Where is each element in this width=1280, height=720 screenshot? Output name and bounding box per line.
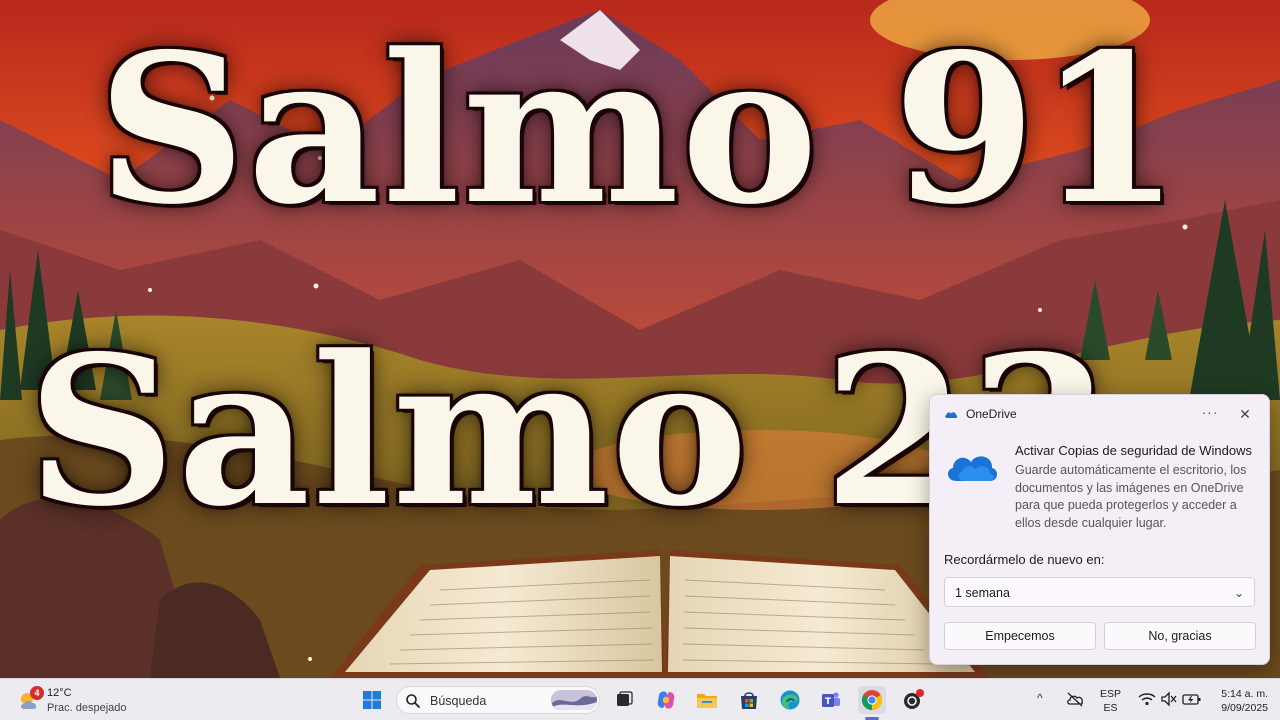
no-gracias-button[interactable]: No, gracias [1104, 622, 1256, 650]
wallpaper-title-salmo-91: Salmo 91 [97, 10, 1183, 250]
folder-icon [697, 694, 717, 708]
weather-widget[interactable]: 4 12°C Prac. despejado [14, 684, 164, 716]
copilot-button[interactable] [652, 686, 680, 714]
language-code: ESP [1100, 688, 1122, 700]
edge-icon [780, 690, 800, 710]
taskbar-search-box[interactable]: Búsqueda [396, 686, 600, 714]
battery-button[interactable] [1182, 689, 1202, 709]
network-button[interactable] [1137, 689, 1157, 709]
teams-icon: T [822, 692, 840, 707]
start-button[interactable] [358, 686, 386, 714]
remind-interval-value: 1 semana [955, 586, 1010, 600]
volume-button[interactable] [1159, 689, 1179, 709]
show-hidden-icons-button[interactable]: ^ [1037, 691, 1043, 705]
task-view-icon [617, 691, 633, 706]
clock-time: 5:14 a. m. [1221, 688, 1268, 700]
remind-interval-select[interactable]: 1 semana ⌄ [944, 577, 1255, 607]
cloud-off-icon [1067, 692, 1084, 707]
microsoft-store-button[interactable] [735, 686, 763, 714]
taskbar-clock[interactable]: 5:14 a. m. 9/09/2025 [1208, 687, 1268, 715]
app-icon [904, 689, 924, 709]
chevron-down-icon: ⌄ [1233, 586, 1244, 600]
wifi-icon [1138, 693, 1156, 706]
more-options-button[interactable]: ··· [1198, 403, 1222, 425]
notification-header: OneDrive [944, 407, 1017, 421]
keyboard-layout-code: ES [1103, 702, 1118, 714]
volume-muted-icon [1161, 691, 1177, 707]
notification-app-button[interactable] [899, 686, 927, 714]
edge-button[interactable] [776, 686, 804, 714]
notification-title: Activar Copias de seguridad de Windows [1015, 443, 1253, 458]
onedrive-tray-button[interactable] [1065, 689, 1085, 709]
onedrive-notification[interactable]: OneDrive ··· ✕ Activar Copias de segurid… [929, 394, 1270, 665]
search-placeholder: Búsqueda [430, 694, 487, 708]
remind-label: Recordármelo de nuevo en: [944, 552, 1105, 567]
chrome-icon [861, 690, 883, 711]
copilot-icon [657, 691, 675, 709]
teams-button[interactable]: T [817, 686, 845, 714]
battery-charging-icon [1182, 694, 1201, 705]
empecemos-button[interactable]: Empecemos [944, 622, 1096, 650]
chrome-button[interactable] [858, 686, 886, 714]
svg-text:T: T [825, 697, 832, 707]
close-button[interactable]: ✕ [1232, 403, 1258, 425]
weather-description: Prac. despejado [47, 702, 127, 714]
clock-date: 9/09/2025 [1221, 702, 1268, 714]
weather-temperature: 12°C [47, 687, 72, 699]
search-icon [406, 694, 420, 708]
notification-body: Guarde automáticamente el escritorio, lo… [1015, 463, 1247, 530]
taskbar: 4 12°C Prac. despejado Búsqueda T ^ ESP … [0, 678, 1280, 720]
store-icon [741, 692, 757, 709]
notification-app-name: OneDrive [966, 407, 1017, 421]
onedrive-cloud-icon [947, 456, 998, 481]
input-language-indicator[interactable]: ESP ES [1100, 687, 1121, 715]
search-highlight-image [551, 690, 597, 710]
onedrive-mini-icon [945, 412, 958, 418]
file-explorer-button[interactable] [693, 686, 721, 714]
windows-logo-icon [363, 691, 381, 709]
weather-badge: 4 [30, 686, 44, 700]
task-view-button[interactable] [610, 686, 638, 714]
